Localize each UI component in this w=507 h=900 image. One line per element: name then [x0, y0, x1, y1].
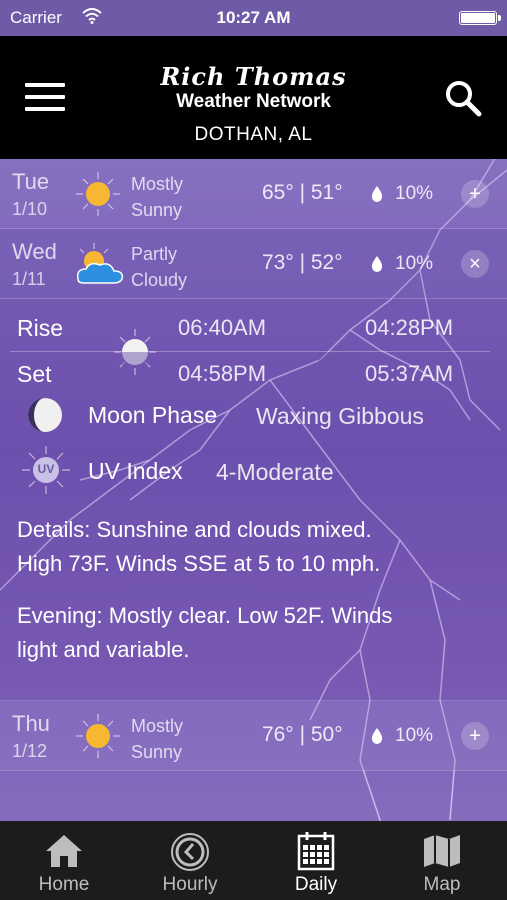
- sun-icon: [70, 711, 126, 761]
- uv-index-label: UV Index: [88, 458, 183, 484]
- details-day-text: Details: Sunshine and clouds mixed. High…: [17, 517, 381, 576]
- uv-badge: UV: [37, 462, 55, 476]
- clock-icon: [170, 832, 210, 877]
- uv-index-icon: UV: [20, 444, 72, 501]
- location-label[interactable]: DOTHAN, AL: [0, 124, 507, 146]
- moon-phase-label: Moon Phase: [88, 402, 218, 428]
- day-date: 1/12: [12, 741, 48, 761]
- tab-label: Daily: [294, 874, 338, 895]
- moonrise-moonset-icon: [312, 327, 366, 382]
- day-name: Tue: [12, 169, 50, 194]
- day-name: Wed: [12, 239, 57, 264]
- moonrise-time: 04:28PM: [365, 315, 454, 340]
- day-details-panel: Rise Set 06:40AM 04:58PM 04:28PM 05:37AM…: [0, 299, 507, 701]
- map-icon: [422, 833, 462, 874]
- daily-forecast-list: Tue 1/10 Mostly Sunny 65° | 51° 10% + Wed: [0, 159, 507, 821]
- moonset-time: 05:37AM: [365, 361, 454, 386]
- logo-subtitle: Weather Network: [176, 91, 331, 112]
- collapse-button[interactable]: ×: [461, 250, 489, 278]
- rise-label: Rise: [17, 315, 64, 341]
- tab-label: Map: [423, 874, 461, 895]
- day-condition: Partly Cloudy: [131, 244, 188, 290]
- tab-home[interactable]: Home: [14, 821, 114, 900]
- moon-phase-value: Waxing Gibbous: [256, 403, 424, 429]
- day-date: 1/11: [12, 269, 46, 289]
- sun-icon: [70, 169, 126, 219]
- app-header: Rich Thomas Weather Network DOTHAN, AL: [0, 36, 507, 159]
- tab-bar: Home Hourly Daily Map: [0, 821, 507, 900]
- day-date: 1/10: [12, 199, 48, 219]
- tab-hourly[interactable]: Hourly: [140, 821, 240, 900]
- moon-phase-icon: [26, 396, 64, 439]
- day-temps: 65° | 51°: [262, 181, 343, 204]
- tab-daily[interactable]: Daily: [266, 821, 366, 900]
- raindrop-icon: [371, 728, 383, 749]
- day-precip: 10%: [395, 725, 434, 746]
- day-temps: 73° | 52°: [262, 251, 343, 274]
- clock-time: 10:27 AM: [216, 8, 291, 27]
- set-label: Set: [17, 361, 52, 387]
- sunset-time: 04:58PM: [178, 361, 267, 386]
- sunrise-sunset-icon: [108, 327, 162, 382]
- day-name: Thu: [12, 711, 50, 736]
- day-precip: 10%: [395, 253, 434, 274]
- expand-button[interactable]: +: [461, 722, 489, 750]
- tab-label: Home: [38, 874, 90, 895]
- battery-icon: [459, 11, 501, 25]
- calendar-icon: [297, 831, 335, 876]
- home-icon: [44, 833, 84, 874]
- day-temps: 76° | 50°: [262, 723, 343, 746]
- expand-button[interactable]: +: [461, 180, 489, 208]
- day-row-thu[interactable]: Thu 1/12 Mostly Sunny 76° | 50° 10% +: [0, 701, 507, 771]
- status-bar: Carrier 10:27 AM: [0, 0, 507, 36]
- details-evening-text: Evening: Mostly clear. Low 52F. Winds li…: [17, 603, 393, 662]
- tab-label: Hourly: [162, 874, 218, 895]
- day-precip: 10%: [395, 183, 434, 204]
- uv-index-value: 4-Moderate: [216, 459, 334, 485]
- day-row-tue[interactable]: Tue 1/10 Mostly Sunny 65° | 51° 10% +: [0, 159, 507, 229]
- raindrop-icon: [371, 256, 383, 277]
- tab-map[interactable]: Map: [392, 821, 492, 900]
- search-button[interactable]: [443, 78, 483, 118]
- day-row-wed[interactable]: Wed 1/11 Partly Cloudy 73° | 52° 10% ×: [0, 229, 507, 299]
- day-condition: Mostly Sunny: [131, 174, 184, 220]
- search-icon: [446, 81, 482, 117]
- raindrop-icon: [371, 186, 383, 207]
- logo-title: Rich Thomas: [160, 62, 347, 91]
- divider: [10, 351, 490, 352]
- partly-cloudy-icon: [70, 239, 126, 289]
- sunrise-time: 06:40AM: [178, 315, 267, 340]
- day-condition: Mostly Sunny: [131, 716, 184, 762]
